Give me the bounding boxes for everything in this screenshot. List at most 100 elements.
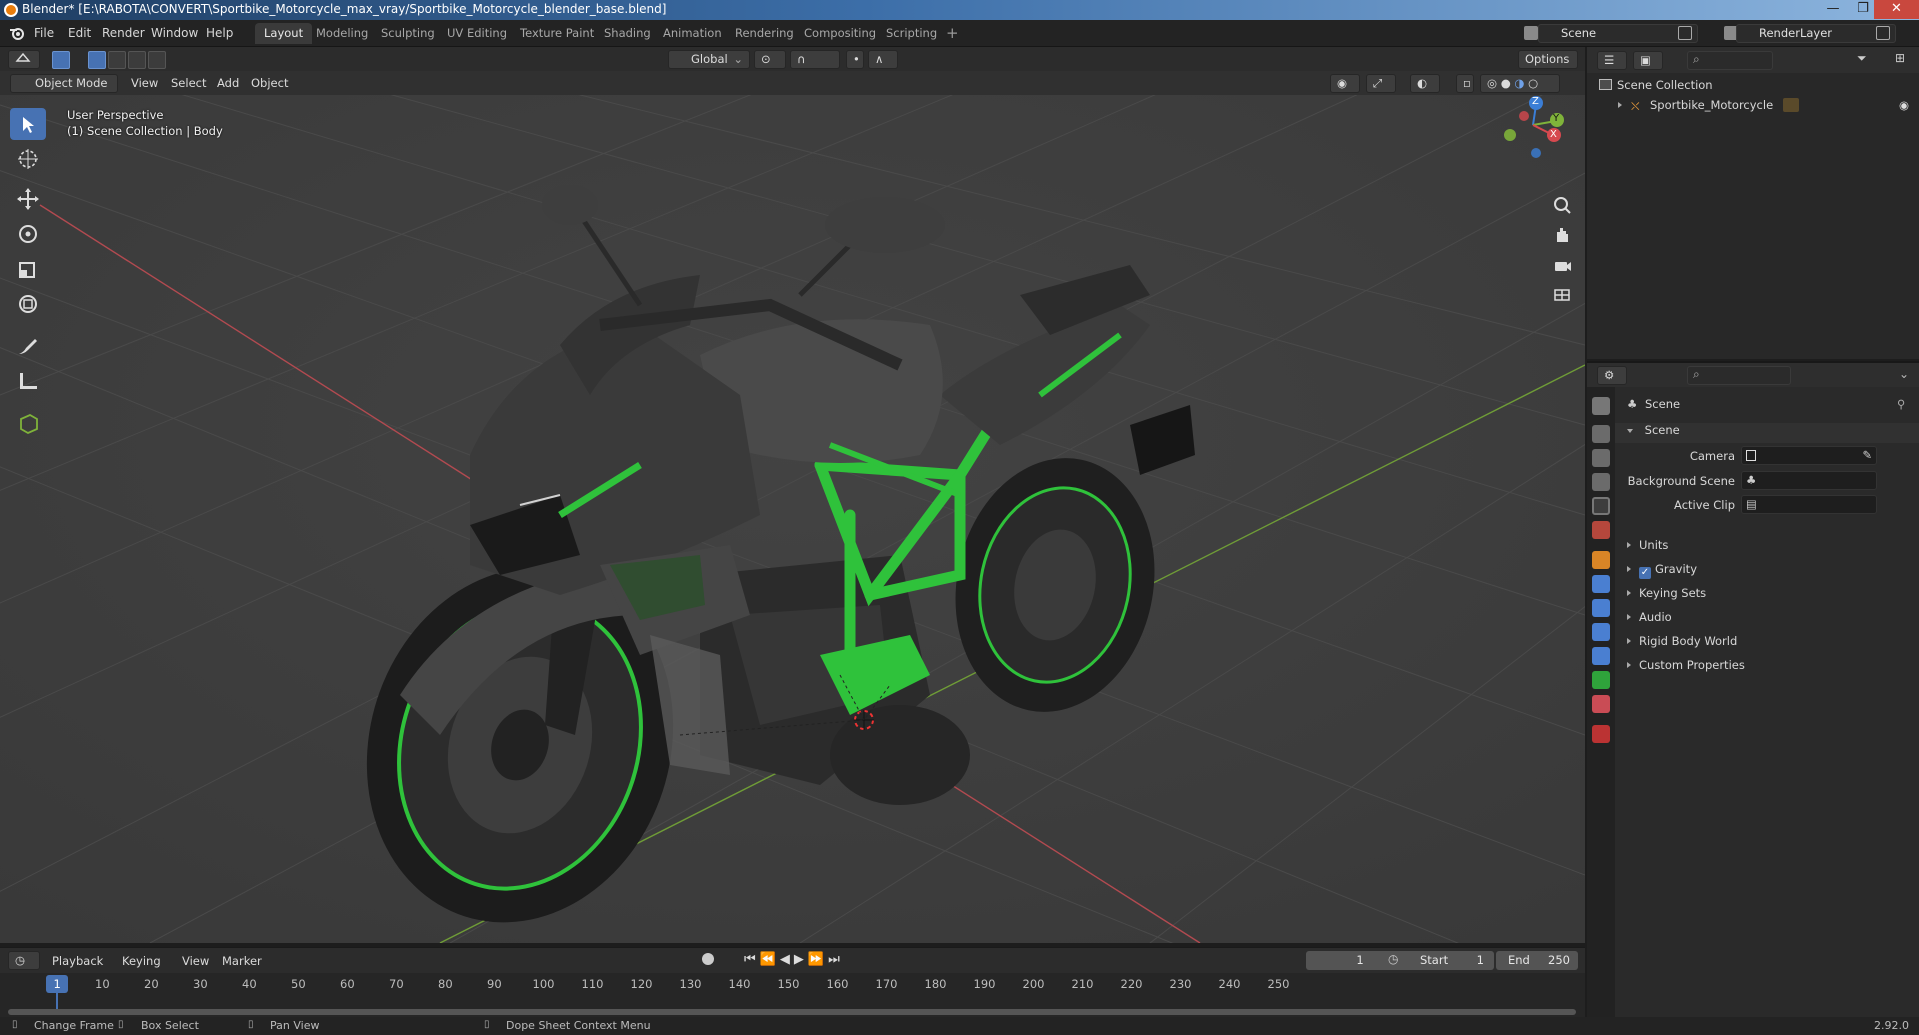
new-collection-icon[interactable]: ⊞: [1895, 51, 1905, 65]
units-subpanel[interactable]: Units: [1615, 538, 1919, 558]
scene-tab-icon[interactable]: [1592, 497, 1610, 515]
3d-viewport[interactable]: User Perspective (1) Scene Collection | …: [0, 95, 1585, 943]
proportional-edit-button[interactable]: •: [846, 50, 864, 69]
show-overlays-button[interactable]: ◐: [1410, 74, 1440, 93]
measure-tool-icon[interactable]: [10, 365, 46, 397]
timeline-ruler[interactable]: 1 10 20 30 40 50 60 70 80 90 100 110 120 130 140 150 160…: [0, 973, 1585, 997]
particles-tab-icon[interactable]: [1592, 599, 1610, 617]
camera-field[interactable]: ✎: [1741, 446, 1877, 465]
menu-add[interactable]: Add: [217, 76, 239, 90]
move-tool-icon[interactable]: [10, 183, 46, 215]
data-tab-icon[interactable]: [1592, 671, 1610, 689]
tab-shading[interactable]: Shading: [595, 23, 660, 44]
cursor-tool-icon[interactable]: [10, 143, 46, 175]
visibility-eye-icon[interactable]: ◉: [1899, 95, 1909, 115]
texture-tab-icon[interactable]: [1592, 725, 1610, 743]
start-frame-field[interactable]: Start 1: [1408, 951, 1494, 970]
tab-uv-editing[interactable]: UV Editing: [438, 23, 516, 44]
minimize-button[interactable]: —: [1818, 0, 1848, 19]
select-tool-icon[interactable]: [52, 51, 70, 69]
filter-icon[interactable]: ⏷: [1857, 51, 1867, 66]
menu-select[interactable]: Select: [171, 76, 206, 90]
pivot-point-button[interactable]: ⊙: [754, 50, 786, 69]
eyedropper-icon[interactable]: ✎: [1862, 448, 1872, 462]
select-extend-mode-icon[interactable]: [108, 51, 126, 69]
tab-scripting[interactable]: Scripting: [877, 23, 946, 44]
display-mode-button[interactable]: ▣: [1633, 51, 1663, 70]
show-gizmo-button[interactable]: ⤢: [1366, 74, 1396, 93]
solid-shading-icon[interactable]: ●: [1501, 76, 1511, 90]
zoom-icon[interactable]: [1549, 192, 1575, 218]
timeline-editor-type-button[interactable]: ◷: [8, 951, 40, 970]
select-new-mode-icon[interactable]: [88, 51, 106, 69]
new-scene-icon[interactable]: [1678, 26, 1692, 40]
options-dropdown[interactable]: Options: [1518, 50, 1578, 69]
background-scene-field[interactable]: ♣: [1741, 471, 1877, 490]
gravity-checkbox[interactable]: ✓: [1639, 567, 1651, 579]
playback-controls[interactable]: ⏮⏪◀▶⏩⏭: [744, 952, 844, 967]
material-shading-icon[interactable]: ◑: [1514, 76, 1524, 90]
shading-mode-buttons[interactable]: ◎ ● ◑ ○: [1480, 74, 1560, 93]
rotate-tool-icon[interactable]: [10, 218, 46, 250]
properties-options-chevron-icon[interactable]: ⌄: [1899, 367, 1909, 381]
custom-properties-subpanel[interactable]: Custom Properties: [1615, 658, 1919, 678]
xray-toggle[interactable]: ▫: [1456, 74, 1474, 93]
gravity-subpanel[interactable]: ✓ Gravity: [1615, 562, 1919, 582]
visibility-filter-button[interactable]: ◉: [1330, 74, 1360, 93]
close-button[interactable]: ✕: [1874, 0, 1919, 19]
wireframe-shading-icon[interactable]: ◎: [1487, 76, 1497, 90]
menu-render[interactable]: Render: [102, 26, 145, 40]
menu-help[interactable]: Help: [206, 26, 233, 40]
scale-tool-icon[interactable]: [10, 253, 46, 285]
outliner-object-row[interactable]: ⛌ Sportbike_Motorcycle ◉: [1587, 95, 1919, 115]
end-frame-field[interactable]: End 250: [1496, 951, 1578, 970]
pin-icon[interactable]: ⚲: [1897, 397, 1905, 411]
tab-texture-paint[interactable]: Texture Paint: [511, 23, 603, 44]
transform-tool-icon[interactable]: [10, 288, 46, 320]
new-view-layer-icon[interactable]: [1876, 26, 1890, 40]
transform-orientation-dropdown[interactable]: Global ⌄: [668, 50, 750, 69]
menu-view-timeline[interactable]: View: [182, 954, 209, 968]
expand-arrow-icon[interactable]: [1618, 102, 1622, 108]
world-tab-icon[interactable]: [1592, 521, 1610, 539]
pan-hand-icon[interactable]: [1549, 222, 1575, 248]
view-layer-tab-icon[interactable]: [1592, 473, 1610, 491]
menu-marker[interactable]: Marker: [222, 954, 262, 968]
tab-sculpting[interactable]: Sculpting: [372, 23, 444, 44]
annotate-tool-icon[interactable]: [10, 330, 46, 362]
modifiers-tab-icon[interactable]: [1592, 575, 1610, 593]
select-invert-mode-icon[interactable]: [148, 51, 166, 69]
blender-menu-icon[interactable]: [9, 26, 25, 40]
active-clip-field[interactable]: ▤: [1741, 495, 1877, 514]
ortho-grid-icon[interactable]: [1549, 282, 1575, 308]
menu-window[interactable]: Window: [151, 26, 198, 40]
tab-rendering[interactable]: Rendering: [726, 23, 803, 44]
render-tab-icon[interactable]: [1592, 425, 1610, 443]
object-tab-icon[interactable]: [1592, 551, 1610, 569]
audio-subpanel[interactable]: Audio: [1615, 610, 1919, 630]
tab-layout[interactable]: Layout: [255, 23, 313, 44]
timeline-scrollbar[interactable]: [8, 1009, 1576, 1015]
properties-editor-type-button[interactable]: ⚙: [1597, 366, 1627, 385]
outliner-editor-type-button[interactable]: ☰: [1597, 51, 1627, 70]
material-tab-icon[interactable]: [1592, 695, 1610, 713]
select-subtract-mode-icon[interactable]: [128, 51, 146, 69]
object-mode-dropdown[interactable]: Object Mode: [10, 74, 118, 93]
tab-modeling[interactable]: Modeling: [307, 23, 377, 44]
stopwatch-icon[interactable]: ◷: [1388, 952, 1398, 966]
scene-collection-row[interactable]: Scene Collection: [1587, 75, 1919, 95]
record-keyframe-icon[interactable]: [702, 953, 714, 965]
falloff-button[interactable]: ∧: [868, 50, 898, 69]
menu-view[interactable]: View: [131, 76, 158, 90]
editor-type-button[interactable]: [8, 50, 40, 69]
menu-keying[interactable]: Keying: [122, 954, 161, 968]
scene-panel-header[interactable]: Scene: [1615, 423, 1919, 443]
menu-object[interactable]: Object: [251, 76, 288, 90]
rigid-body-world-subpanel[interactable]: Rigid Body World: [1615, 634, 1919, 654]
select-box-tool-icon[interactable]: [10, 108, 46, 140]
tab-compositing[interactable]: Compositing: [795, 23, 885, 44]
camera-view-icon[interactable]: [1549, 252, 1575, 278]
output-tab-icon[interactable]: [1592, 449, 1610, 467]
scene-selector[interactable]: Scene: [1538, 24, 1698, 43]
timeline-area[interactable]: 1 10 20 30 40 50 60 70 80 90 100 110 120 130 140 150 160…: [0, 973, 1585, 1017]
